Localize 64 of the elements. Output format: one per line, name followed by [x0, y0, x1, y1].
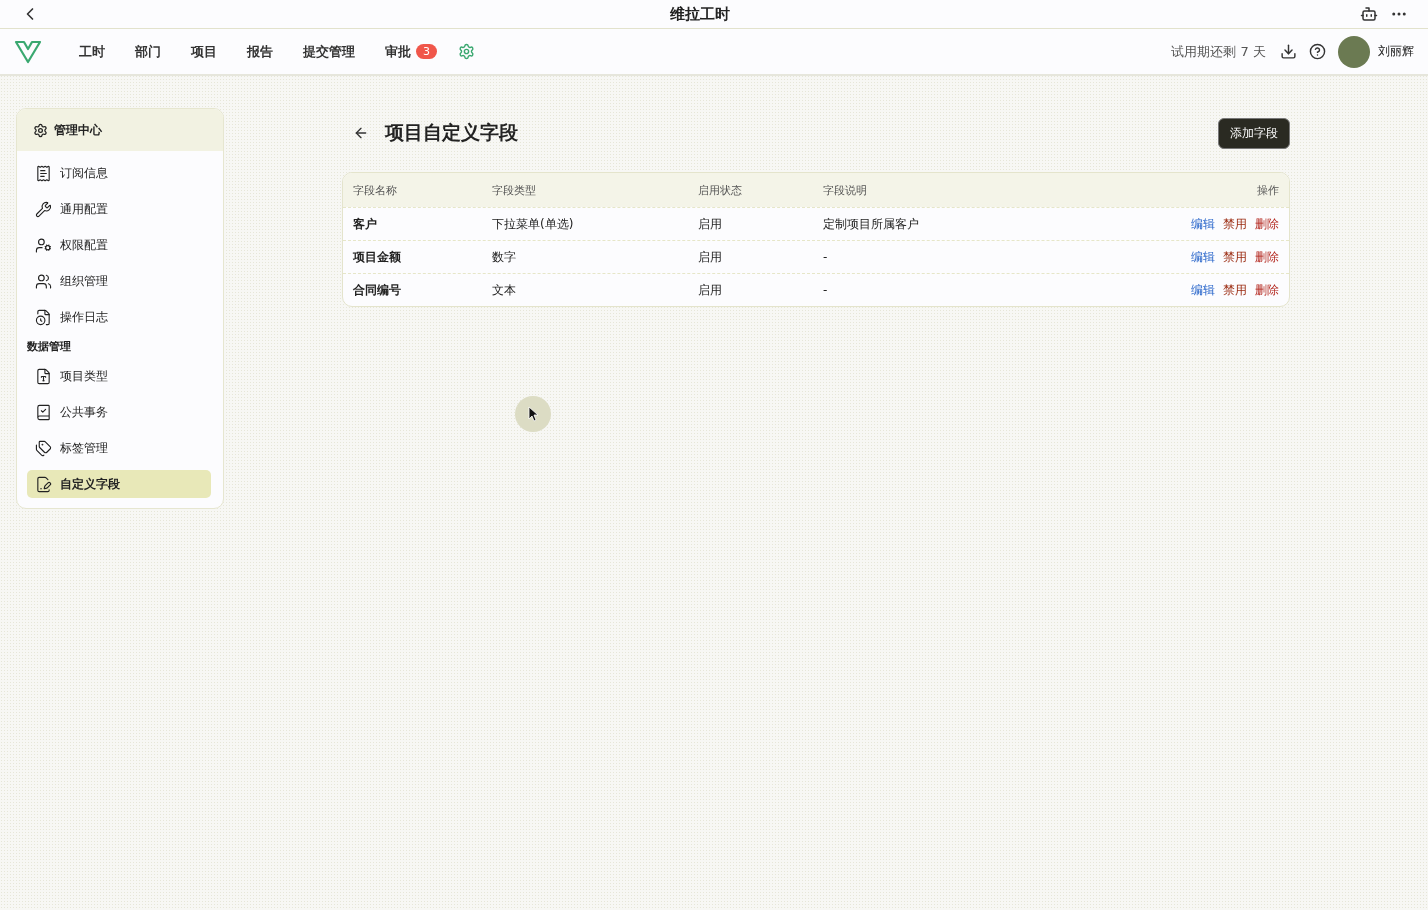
nav-tab[interactable]: 项目: [176, 42, 232, 61]
add-field-button[interactable]: 添加字段: [1218, 117, 1290, 149]
avatar[interactable]: [1338, 35, 1370, 68]
action-link[interactable]: 编辑: [1191, 215, 1215, 233]
sidebar-item[interactable]: 项目类型: [27, 362, 211, 390]
table-cell-text: 定制项目所属客户: [823, 215, 920, 233]
menu-icon: [35, 475, 52, 493]
sidebar-item[interactable]: 自定义字段: [27, 470, 211, 498]
table-cell-text: -: [823, 283, 829, 297]
action-link[interactable]: 禁用: [1223, 281, 1247, 299]
table-cell-text: 合同编号: [353, 281, 402, 299]
settings-icon: [33, 122, 48, 138]
sidebar-title: 管理中心: [54, 121, 102, 139]
sidebar-item[interactable]: 标签管理: [27, 434, 211, 462]
menu-icon: [35, 308, 52, 326]
sidebar-item[interactable]: 操作日志: [27, 303, 211, 331]
action-link[interactable]: 删除: [1255, 248, 1279, 266]
column-header: 启用状态: [698, 182, 743, 198]
menu-icon: [35, 403, 52, 421]
column-header: 字段名称: [353, 182, 398, 198]
table-cell-text: 启用: [698, 215, 723, 233]
action-link[interactable]: 禁用: [1223, 215, 1247, 233]
menu-icon: [35, 439, 52, 457]
action-link[interactable]: 删除: [1255, 215, 1279, 233]
action-link[interactable]: 编辑: [1191, 248, 1215, 266]
table-cell-text: 启用: [698, 281, 723, 299]
menu-icon: [35, 164, 52, 182]
cursor-icon: [528, 406, 538, 422]
table-cell-text: 下拉菜单(单选): [492, 215, 575, 233]
user-name: 刘丽辉: [1378, 43, 1414, 60]
sidebar-item[interactable]: 通用配置: [27, 195, 211, 223]
table-cell-text: 启用: [698, 248, 723, 266]
table-cell-text: 客户: [353, 215, 378, 233]
column-header: 操作: [1256, 182, 1279, 198]
logo-icon[interactable]: [14, 38, 42, 65]
sidebar-item[interactable]: 订阅信息: [27, 159, 211, 187]
table-cell-text: 项目金额: [353, 248, 402, 266]
table-cell-text: -: [823, 250, 829, 264]
section-label: 数据管理: [26, 339, 72, 354]
sidebar-item[interactable]: 权限配置: [27, 231, 211, 259]
action-link[interactable]: 编辑: [1191, 281, 1215, 299]
page-title: 项目自定义字段: [385, 120, 519, 145]
nav-tab[interactable]: 部门: [120, 42, 176, 61]
action-link[interactable]: 禁用: [1223, 248, 1247, 266]
nav-tab[interactable]: 报告: [232, 42, 288, 61]
nav-tab[interactable]: 工时: [64, 42, 120, 61]
sidebar-item[interactable]: 公共事务: [27, 398, 211, 426]
column-header: 字段类型: [492, 182, 537, 198]
menu-icon: [35, 367, 52, 385]
nav-tab[interactable]: 审批 3: [370, 42, 452, 61]
table-cell-text: 文本: [492, 281, 517, 299]
menu-icon: [35, 236, 52, 254]
action-link[interactable]: 删除: [1255, 281, 1279, 299]
sidebar-item[interactable]: 组织管理: [27, 267, 211, 295]
download-icon[interactable]: [1278, 41, 1299, 62]
trial-text: 试用期还剩 7 天: [1171, 42, 1266, 61]
count-badge: 3: [416, 44, 437, 59]
menu-icon: [35, 200, 52, 218]
help-icon[interactable]: [1307, 41, 1328, 62]
table-cell-text: 数字: [492, 248, 517, 266]
column-header: 字段说明: [823, 182, 868, 198]
nav-tab[interactable]: 提交管理: [288, 42, 370, 61]
window-title: 维拉工时: [669, 4, 731, 24]
menu-icon: [35, 272, 52, 290]
